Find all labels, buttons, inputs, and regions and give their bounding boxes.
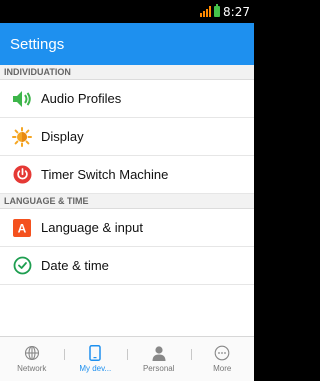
settings-item-audio-profiles[interactable]: Audio Profiles: [0, 80, 254, 118]
person-icon: [152, 346, 166, 361]
bottom-tab-bar: Network My dev... Personal More: [0, 336, 254, 381]
settings-item-label: Display: [41, 129, 84, 144]
tab-personal[interactable]: Personal: [127, 337, 191, 381]
tab-network[interactable]: Network: [0, 337, 64, 381]
section-header-individuation: INDIVIDUATION: [0, 65, 254, 80]
tab-label: My dev...: [79, 364, 112, 373]
settings-item-date-time[interactable]: Date & time: [0, 247, 254, 285]
tab-label: More: [213, 364, 232, 373]
section-header-language-time: LANGUAGE & TIME: [0, 194, 254, 209]
settings-item-label: Date & time: [41, 258, 109, 273]
settings-item-display[interactable]: Display: [0, 118, 254, 156]
tab-my-device[interactable]: My dev...: [63, 337, 128, 381]
status-bar: 8:27: [0, 0, 254, 23]
battery-icon: [214, 4, 221, 17]
svg-text:A: A: [18, 221, 27, 235]
app-bar: Settings: [0, 23, 254, 65]
page-title: Settings: [10, 35, 65, 53]
signal-icon: [200, 6, 212, 17]
more-icon: [214, 345, 230, 361]
globe-icon: [24, 345, 39, 361]
language-icon: A: [12, 218, 32, 238]
speaker-icon: [12, 89, 32, 109]
power-icon: [12, 165, 32, 185]
tab-more[interactable]: More: [190, 337, 255, 381]
tab-label: Network: [17, 364, 47, 373]
settings-item-timer-switch-machine[interactable]: Timer Switch Machine: [0, 156, 254, 194]
tab-label: Personal: [142, 364, 175, 373]
phone-icon: [89, 345, 101, 361]
settings-item-label: Language & input: [41, 220, 143, 235]
status-time: 8:27: [223, 4, 250, 19]
clock-icon: [12, 256, 32, 276]
brightness-icon: [12, 126, 32, 147]
settings-item-language-input[interactable]: A Language & input: [0, 209, 254, 247]
settings-item-label: Timer Switch Machine: [41, 167, 169, 182]
settings-item-label: Audio Profiles: [41, 91, 122, 106]
settings-list: INDIVIDUATION Audio Profiles Display Tim…: [0, 65, 254, 336]
